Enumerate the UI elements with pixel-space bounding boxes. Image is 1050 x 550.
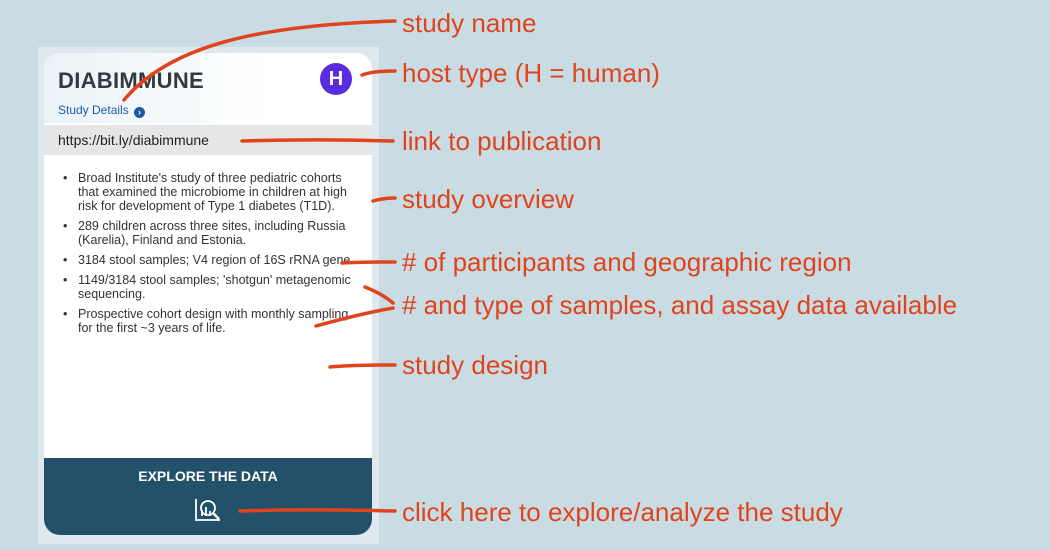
arrow-host-type	[360, 69, 397, 77]
arrow-explore	[238, 508, 397, 513]
callout-design: study design	[402, 350, 548, 380]
arrow-design	[328, 363, 397, 369]
callout-study-name: study name	[402, 8, 537, 38]
arrow-samples-a	[363, 285, 395, 305]
callout-host-type: host type (H = human)	[402, 58, 660, 88]
callout-publication: link to publication	[402, 126, 602, 156]
arrow-study-name	[122, 19, 397, 102]
callout-participants: # of participants and geographic region	[402, 247, 852, 277]
callout-overview: study overview	[402, 184, 574, 214]
callout-samples: # and type of samples, and assay data av…	[402, 290, 958, 320]
callout-explore: click here to explore/analyze the study	[402, 497, 843, 527]
arrow-samples-b	[314, 306, 395, 328]
arrow-overview	[371, 196, 397, 203]
arrow-participants	[340, 260, 397, 265]
arrow-publication	[240, 138, 395, 143]
